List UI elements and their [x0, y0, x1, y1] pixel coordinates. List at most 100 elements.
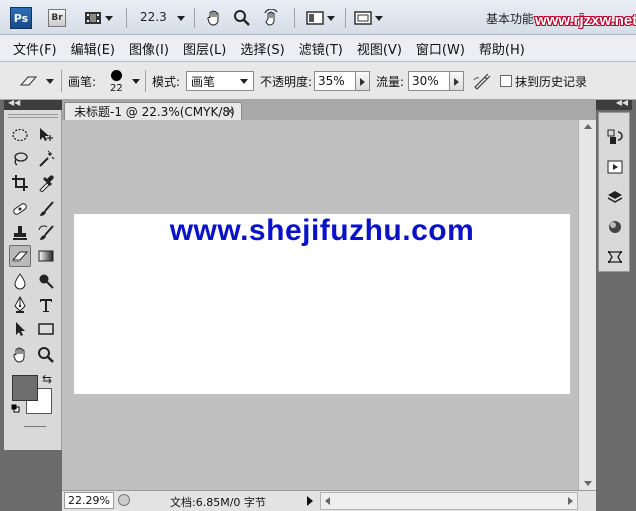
opacity-slider-toggle[interactable] [356, 71, 370, 91]
hand-tool-button[interactable] [205, 8, 223, 28]
erase-to-history-checkbox[interactable] [500, 75, 512, 87]
view-extras-button[interactable] [84, 8, 113, 28]
horizontal-scrollbar[interactable] [320, 492, 578, 510]
layers-icon [607, 191, 623, 203]
info-icon[interactable] [118, 494, 130, 506]
workspace-switcher[interactable]: 基本功能 [486, 10, 534, 27]
zoom-level-select[interactable]: 22.3 [140, 10, 185, 24]
document-canvas[interactable]: www.shejifuzhu.com [74, 214, 570, 394]
gradient-icon [38, 250, 54, 262]
menu-layer[interactable]: 图层(L) [176, 39, 233, 58]
menu-filter[interactable]: 滤镜(T) [292, 39, 350, 58]
move-tool[interactable] [35, 124, 57, 146]
healing-brush-tool[interactable] [9, 198, 31, 220]
brush-tool[interactable] [35, 198, 57, 220]
gradient-tool[interactable] [35, 245, 57, 267]
tool-preset-picker[interactable] [18, 62, 54, 100]
blur-tool[interactable] [9, 270, 31, 292]
rotate-view-button[interactable] [262, 8, 280, 28]
collapse-arrows-icon[interactable]: ◀◀ [616, 98, 628, 107]
menu-file[interactable]: 文件(F) [6, 39, 64, 58]
separator [126, 8, 127, 28]
status-zoom-input[interactable]: 22.29% [64, 492, 114, 509]
lasso-tool[interactable] [9, 148, 31, 170]
menu-image[interactable]: 图像(I) [122, 39, 176, 58]
eraser-tool[interactable] [9, 245, 31, 267]
channels-icon [609, 221, 621, 233]
opacity-input[interactable]: 35% [314, 71, 356, 91]
menu-help[interactable]: 帮助(H) [472, 39, 532, 58]
history-panel-button[interactable] [605, 127, 625, 147]
swap-colors-icon[interactable]: ⇆ [42, 372, 52, 386]
close-icon[interactable]: × [225, 104, 235, 118]
menu-window[interactable]: 窗口(W) [409, 39, 472, 58]
arrange-documents-button[interactable] [306, 8, 335, 28]
airbrush-icon [473, 73, 491, 90]
eraser-icon [19, 76, 38, 86]
hand-tool[interactable] [9, 344, 31, 366]
menu-edit[interactable]: 编辑(E) [64, 39, 122, 58]
brush-picker[interactable]: 22 [106, 62, 140, 100]
zoom-tool-button[interactable] [233, 8, 251, 28]
magic-wand-tool[interactable] [35, 148, 57, 170]
chevron-down-icon [46, 78, 54, 84]
brush-label: 画笔: [68, 74, 97, 89]
collapse-arrows-icon[interactable]: ◀◀ [8, 98, 20, 107]
layout-icon [306, 11, 324, 25]
bridge-launch-button[interactable]: Br [48, 9, 66, 27]
brush-icon [40, 201, 54, 216]
history-brush-tool[interactable] [35, 222, 57, 244]
panel-dock-header[interactable]: ◀◀ [596, 98, 632, 110]
separator [294, 8, 295, 28]
hand-icon [207, 10, 219, 26]
screen-mode-button[interactable] [354, 8, 383, 28]
pen-tool[interactable] [9, 294, 31, 316]
scroll-left-icon[interactable] [325, 497, 330, 505]
toolbox-header[interactable]: ◀◀ [4, 98, 62, 110]
default-colors-icon[interactable] [11, 404, 20, 413]
dodge-icon [39, 274, 54, 289]
chevron-down-icon [105, 15, 113, 21]
document-tab-title: 未标题-1 @ 22.3%(CMYK/8) [74, 105, 235, 119]
menu-view[interactable]: 视图(V) [350, 39, 409, 58]
type-tool[interactable] [35, 294, 57, 316]
flow-input[interactable]: 30% [408, 71, 450, 91]
dodge-tool[interactable] [35, 270, 57, 292]
menu-bar: 文件(F) 编辑(E) 图像(I) 图层(L) 选择(S) 滤镜(T) 视图(V… [0, 35, 636, 62]
toolbox-grip[interactable] [8, 114, 58, 118]
history-icon [607, 129, 623, 144]
menu-select[interactable]: 选择(S) [233, 39, 291, 58]
eyedropper-tool[interactable] [35, 172, 57, 194]
marquee-tool[interactable] [9, 124, 31, 146]
scroll-up-icon[interactable] [584, 124, 592, 129]
clone-stamp-tool[interactable] [9, 222, 31, 244]
airbrush-toggle[interactable] [472, 62, 492, 100]
channels-panel-button[interactable] [605, 217, 625, 237]
vertical-scrollbar[interactable] [578, 120, 596, 490]
scroll-down-icon[interactable] [584, 481, 592, 486]
photoshop-logo: Ps [10, 7, 32, 29]
actions-panel-button[interactable] [605, 157, 625, 177]
chevron-down-icon [176, 16, 185, 21]
foreground-color-swatch[interactable] [12, 375, 38, 401]
path-selection-tool[interactable] [9, 318, 31, 340]
paths-panel-button[interactable] [605, 247, 625, 267]
flow-label: 流量: [376, 74, 405, 89]
rectangle-icon [38, 323, 54, 335]
layers-panel-button[interactable] [605, 187, 625, 207]
quick-mask-button[interactable] [24, 426, 46, 427]
document-tab[interactable]: 未标题-1 @ 22.3%(CMYK/8) × [64, 102, 242, 120]
zoom-tool[interactable] [35, 344, 57, 366]
application-bar: Ps Br 22.3 基本功能 www.rjzxw.net [0, 0, 636, 35]
mode-select[interactable]: 画笔 [186, 71, 254, 91]
move-icon [40, 128, 53, 141]
stamp-icon [13, 226, 27, 240]
erase-to-history-option[interactable]: 抹到历史记录 [500, 62, 587, 100]
crop-tool[interactable] [9, 172, 31, 194]
panel-dock [598, 112, 630, 272]
shape-tool[interactable] [35, 318, 57, 340]
status-menu-arrow-icon[interactable] [307, 496, 313, 506]
flow-slider-toggle[interactable] [450, 71, 464, 91]
scroll-right-icon[interactable] [568, 497, 573, 505]
pen-icon [14, 296, 26, 313]
